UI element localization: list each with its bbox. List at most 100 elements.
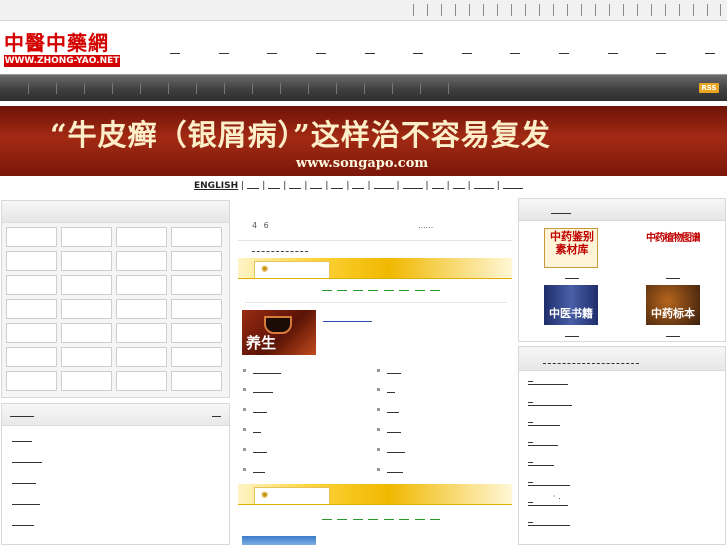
- nav-link[interactable]: [559, 46, 569, 54]
- left-list-item[interactable]: [12, 525, 34, 526]
- top-link[interactable]: [497, 4, 511, 16]
- right-list-item[interactable]: [528, 462, 554, 466]
- article-list-item[interactable]: [377, 445, 405, 455]
- category-cell[interactable]: [61, 299, 112, 319]
- article-link[interactable]: [253, 446, 267, 453]
- quick-link[interactable]: [268, 180, 281, 189]
- category-cell[interactable]: [6, 323, 57, 343]
- quick-link[interactable]: [352, 180, 365, 189]
- category-cell[interactable]: [116, 251, 167, 271]
- green-link[interactable]: [429, 519, 440, 520]
- nav-link[interactable]: [364, 46, 375, 54]
- quick-link[interactable]: [452, 180, 465, 189]
- book-cover-icon[interactable]: 中药鉴别素材库: [544, 228, 598, 268]
- article-list-item[interactable]: [377, 385, 395, 395]
- category-cell[interactable]: [61, 251, 112, 271]
- nav-link[interactable]: [510, 46, 521, 54]
- green-link[interactable]: [337, 519, 348, 520]
- category-cell[interactable]: [116, 227, 167, 247]
- category-cell[interactable]: [116, 347, 167, 367]
- green-link[interactable]: [352, 290, 363, 291]
- more-link[interactable]: [212, 416, 221, 417]
- top-link[interactable]: [413, 4, 427, 16]
- right-list-item[interactable]: [528, 402, 572, 406]
- nav-link[interactable]: [656, 46, 667, 54]
- green-link[interactable]: [383, 519, 394, 520]
- article-link[interactable]: [387, 466, 403, 473]
- feature-article-link[interactable]: [323, 321, 372, 322]
- article-link[interactable]: [387, 386, 395, 393]
- category-cell[interactable]: [61, 323, 112, 343]
- category-cell[interactable]: [61, 347, 112, 367]
- top-link[interactable]: [637, 4, 651, 16]
- top-link[interactable]: [525, 4, 539, 16]
- right-list-item[interactable]: [528, 422, 560, 426]
- category-cell[interactable]: [6, 227, 57, 247]
- nav-link[interactable]: [413, 46, 424, 54]
- article-list-item[interactable]: [243, 405, 267, 415]
- top-link[interactable]: [595, 4, 609, 16]
- left-list-item[interactable]: [12, 504, 40, 505]
- category-cell[interactable]: [171, 347, 222, 367]
- green-link[interactable]: [399, 290, 410, 291]
- green-link[interactable]: [414, 290, 425, 291]
- category-cell[interactable]: [171, 299, 222, 319]
- article-link[interactable]: [253, 406, 267, 413]
- top-link[interactable]: [441, 4, 455, 16]
- quick-link[interactable]: [402, 180, 423, 189]
- right-list-item[interactable]: [528, 502, 568, 506]
- left-list-item[interactable]: [12, 441, 32, 442]
- article-link[interactable]: [253, 466, 265, 473]
- top-link[interactable]: [679, 4, 693, 16]
- nav-link[interactable]: [461, 46, 472, 54]
- article-list-item[interactable]: [243, 385, 273, 395]
- nav-link[interactable]: [267, 46, 278, 54]
- top-link[interactable]: [707, 4, 721, 16]
- top-link[interactable]: [567, 4, 581, 16]
- article-list-item[interactable]: [243, 425, 261, 435]
- article-list-item[interactable]: [377, 405, 399, 415]
- right-list-item[interactable]: [528, 522, 570, 526]
- green-link[interactable]: [429, 290, 440, 291]
- top-link[interactable]: [581, 4, 595, 16]
- green-link[interactable]: [337, 290, 348, 291]
- right-list-item[interactable]: [528, 442, 558, 446]
- top-link[interactable]: [483, 4, 497, 16]
- nav-link[interactable]: [607, 46, 618, 54]
- herb-photo-icon[interactable]: 中药标本: [646, 285, 700, 325]
- quick-link[interactable]: [373, 180, 394, 189]
- site-logo[interactable]: 中醫中藥網 WWW.ZHONG-YAO.NET: [2, 25, 123, 70]
- banner-ad[interactable]: “牛皮癣（银屑病）”这样治不容易复发 www.songapo.com: [0, 106, 727, 176]
- english-link[interactable]: ENGLISH: [194, 180, 238, 192]
- category-cell[interactable]: [61, 227, 112, 247]
- article-link[interactable]: [387, 446, 405, 453]
- category-cell[interactable]: [6, 299, 57, 319]
- category-cell[interactable]: [171, 371, 222, 391]
- category-cell[interactable]: [6, 275, 57, 295]
- right-list-item[interactable]: [528, 381, 568, 385]
- top-link[interactable]: [651, 4, 665, 16]
- book-caption[interactable]: [565, 336, 579, 337]
- article-list-item[interactable]: [243, 366, 281, 376]
- article-link[interactable]: [253, 426, 261, 433]
- category-cell[interactable]: [116, 323, 167, 343]
- article-link[interactable]: [387, 406, 399, 413]
- article-list-item[interactable]: [243, 465, 265, 475]
- quick-link[interactable]: [431, 180, 444, 189]
- category-cell[interactable]: [6, 251, 57, 271]
- quick-link[interactable]: [331, 180, 344, 189]
- category-cell[interactable]: [116, 275, 167, 295]
- category-cell[interactable]: [116, 371, 167, 391]
- top-link[interactable]: [693, 4, 707, 16]
- top-link[interactable]: [623, 4, 637, 16]
- feature-image[interactable]: 养生: [242, 310, 316, 355]
- top-link[interactable]: [511, 4, 525, 16]
- section-tab[interactable]: ✺: [254, 261, 330, 278]
- article-thumbnail[interactable]: [242, 536, 316, 545]
- category-cell[interactable]: [6, 347, 57, 367]
- article-link[interactable]: [387, 426, 401, 433]
- middle-subheading[interactable]: [252, 251, 308, 252]
- calligraphy-icon[interactable]: 中药植物图谱: [646, 228, 700, 268]
- quick-link[interactable]: [473, 180, 494, 189]
- green-link[interactable]: [399, 519, 410, 520]
